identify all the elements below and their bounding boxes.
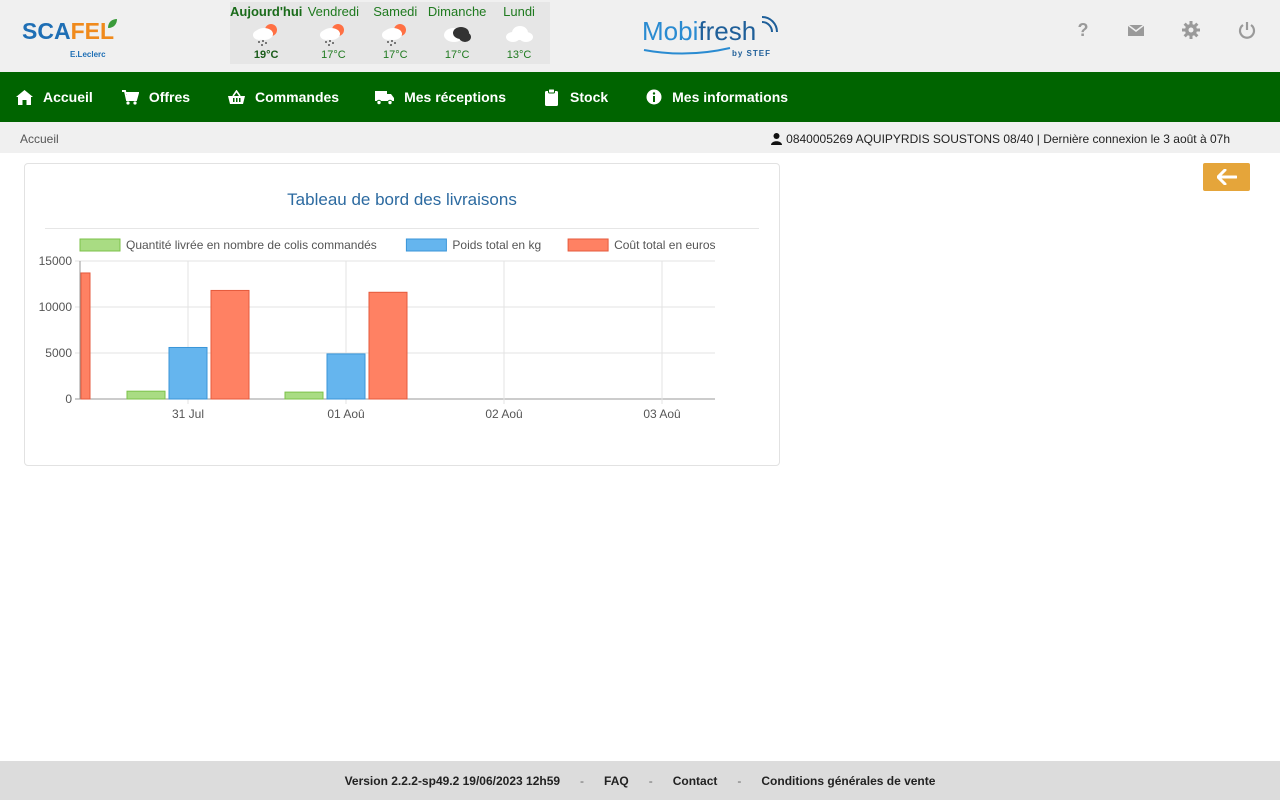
legend-swatch bbox=[567, 238, 609, 252]
brand-by: by STEF bbox=[732, 49, 772, 58]
breadcrumb-bar: Accueil 0840005269 AQUIPYRDIS SOUSTONS 0… bbox=[0, 122, 1280, 153]
settings-icon[interactable] bbox=[1181, 20, 1201, 40]
snow-sun-icon bbox=[253, 24, 278, 46]
basket-icon bbox=[228, 89, 246, 104]
dark-cloud-icon bbox=[444, 27, 472, 42]
brand-swoosh-icon bbox=[643, 47, 731, 55]
weather-day-name: Samedi bbox=[373, 4, 418, 19]
logo-sub: E.Leclerc bbox=[70, 50, 106, 59]
help-icon[interactable]: ? bbox=[1073, 20, 1093, 40]
info-icon bbox=[646, 89, 662, 105]
legend-swatch bbox=[405, 238, 447, 252]
bar bbox=[210, 289, 250, 400]
bar bbox=[368, 291, 408, 400]
x-tick-label: 31 Jul bbox=[172, 407, 204, 421]
y-tick-label: 10000 bbox=[39, 300, 73, 314]
cloud-icon bbox=[506, 26, 534, 42]
nav-item-mes-receptions[interactable]: Mes réceptions bbox=[375, 72, 506, 122]
signal-icon bbox=[761, 16, 778, 33]
divider bbox=[45, 228, 759, 229]
snow-sun-icon bbox=[382, 24, 407, 46]
bar bbox=[126, 390, 166, 400]
delivery-chart: Quantité livrée en nombre de colis comma… bbox=[39, 238, 716, 421]
brand-mobi: Mobi bbox=[642, 16, 699, 46]
breadcrumb[interactable]: Accueil bbox=[20, 132, 59, 146]
back-button[interactable] bbox=[1203, 163, 1250, 191]
snow-sun-icon bbox=[320, 24, 345, 46]
footer: Version 2.2.2-sp49.2 19/06/2023 12h59 - … bbox=[0, 761, 1280, 800]
power-icon[interactable] bbox=[1237, 20, 1257, 40]
nav-label: Offres bbox=[148, 89, 191, 105]
legend-label: Coût total en euros bbox=[614, 238, 715, 252]
faq-link[interactable]: FAQ bbox=[604, 774, 629, 788]
truck-icon bbox=[375, 90, 395, 105]
weather-temp: 17°C bbox=[321, 49, 346, 61]
y-tick-label: 15000 bbox=[39, 254, 73, 268]
legend-label: Quantité livrée en nombre de colis comma… bbox=[126, 238, 377, 252]
x-tick-label: 02 Aoû bbox=[485, 407, 522, 421]
nav-item-offres[interactable]: Offres bbox=[121, 72, 191, 122]
weather-day-name: Dimanche bbox=[427, 4, 487, 19]
legend-swatch bbox=[79, 238, 121, 252]
delivery-dashboard-panel: Tableau de bord des livraisons Quantité … bbox=[24, 163, 780, 466]
bar bbox=[80, 272, 91, 400]
panel-title: Tableau de bord des livraisons bbox=[287, 190, 517, 209]
arrow-left-icon bbox=[1216, 169, 1237, 185]
home-icon bbox=[16, 89, 33, 105]
contact-link[interactable]: Contact bbox=[673, 774, 718, 788]
footer-separator: - bbox=[648, 773, 653, 788]
weather-day: Lundi 13°C bbox=[488, 2, 550, 64]
cart-icon bbox=[121, 89, 139, 105]
user-info: 0840005269 AQUIPYRDIS SOUSTONS 08/40 | D… bbox=[771, 132, 1230, 146]
y-tick-label: 5000 bbox=[45, 346, 72, 360]
header: SCAFEL E.Leclerc Aujourd'hui 19°C Vendre… bbox=[0, 0, 1280, 72]
weather-temp: 17°C bbox=[382, 49, 408, 61]
weather-day: Samedi 17°C bbox=[364, 2, 426, 64]
main-nav: Accueil Offres Commandes Mes réceptions … bbox=[0, 72, 1280, 122]
y-tick-label: 0 bbox=[65, 392, 72, 406]
weather-day-name: Aujourd'hui bbox=[230, 4, 303, 19]
legend-label: Poids total en kg bbox=[452, 238, 541, 252]
bar bbox=[168, 346, 208, 400]
nav-label: Mes informations bbox=[672, 89, 789, 105]
user-icon bbox=[771, 133, 783, 145]
nav-label: Mes réceptions bbox=[404, 89, 507, 105]
footer-separator: - bbox=[580, 773, 585, 788]
nav-item-mes-informations[interactable]: Mes informations bbox=[646, 72, 788, 122]
brand-fresh: fresh bbox=[698, 16, 757, 46]
user-info-text: 0840005269 AQUIPYRDIS SOUSTONS 08/40 | D… bbox=[786, 132, 1230, 146]
mail-icon[interactable] bbox=[1126, 20, 1146, 40]
nav-label: Stock bbox=[570, 89, 609, 105]
weather-temp: 13°C bbox=[506, 49, 532, 61]
weather-temp: 19°C bbox=[253, 49, 279, 61]
svg-text:?: ? bbox=[1078, 20, 1089, 40]
weather-day-name: Vendredi bbox=[307, 4, 360, 19]
clipboard-icon bbox=[545, 88, 559, 106]
weather-temp: 17°C bbox=[444, 49, 470, 61]
leaf-icon bbox=[108, 19, 117, 28]
weather-widget: Aujourd'hui 19°C Vendredi 17°C Samedi 17… bbox=[230, 2, 550, 64]
weather-day: Aujourd'hui 19°C bbox=[230, 2, 302, 64]
mobifresh-logo[interactable]: Mobifresh by STEF bbox=[642, 16, 782, 60]
weather-day-name: Lundi bbox=[503, 4, 535, 19]
weather-day: Vendredi 17°C bbox=[302, 2, 364, 64]
nav-label: Commandes bbox=[255, 89, 340, 105]
weather-day: Dimanche 17°C bbox=[426, 2, 488, 64]
nav-item-stock[interactable]: Stock bbox=[543, 72, 608, 122]
cgv-link[interactable]: Conditions générales de vente bbox=[761, 774, 935, 788]
x-tick-label: 03 Aoû bbox=[643, 407, 680, 421]
nav-item-accueil[interactable]: Accueil bbox=[16, 72, 93, 122]
x-tick-label: 01 Aoû bbox=[327, 407, 364, 421]
footer-separator: - bbox=[737, 773, 742, 788]
nav-label: Accueil bbox=[43, 89, 93, 105]
bar bbox=[284, 391, 324, 400]
version-text: Version 2.2.2-sp49.2 19/06/2023 12h59 bbox=[344, 773, 561, 788]
scafel-logo[interactable]: SCAFEL E.Leclerc bbox=[22, 18, 122, 64]
bar bbox=[326, 353, 366, 400]
nav-item-commandes[interactable]: Commandes bbox=[228, 72, 339, 122]
